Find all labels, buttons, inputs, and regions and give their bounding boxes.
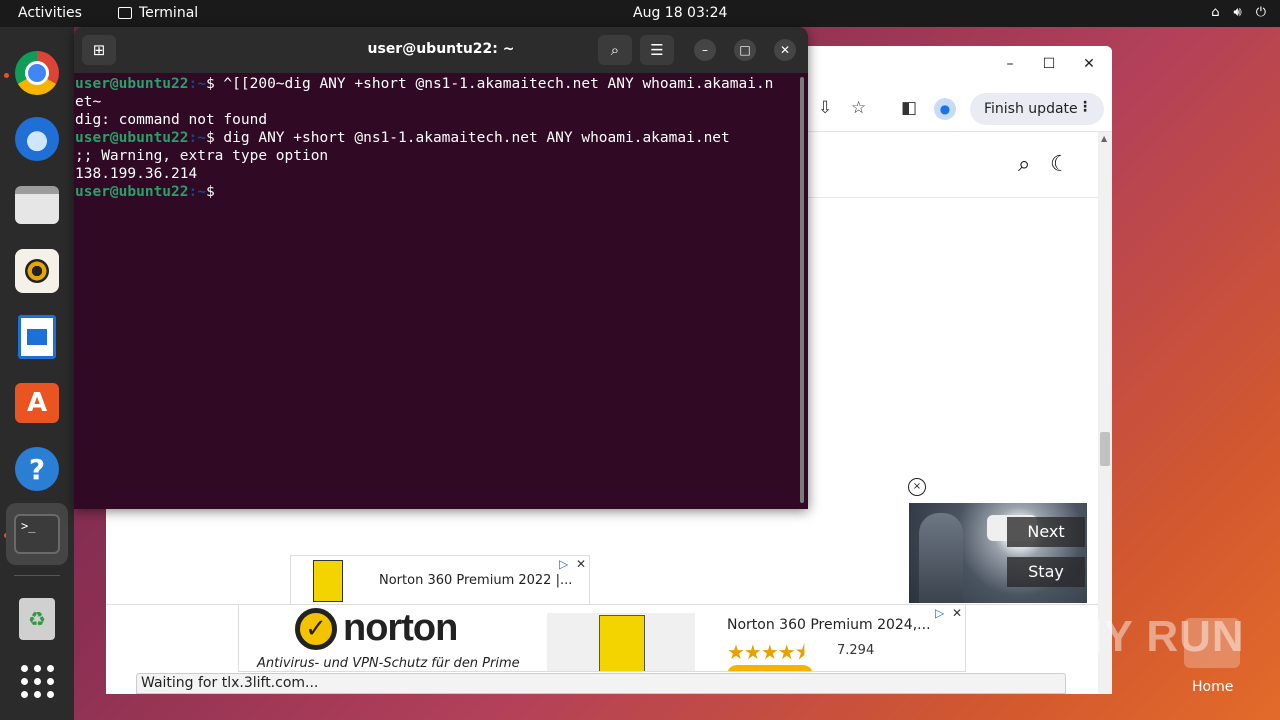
dark-mode-icon[interactable]: ☾ — [1050, 152, 1070, 177]
app-menu[interactable]: Terminal — [118, 5, 198, 21]
terminal-small-icon — [118, 7, 132, 19]
rhythmbox-icon — [15, 249, 59, 293]
prompt-command: $ — [205, 184, 215, 200]
dock-app-center[interactable]: A — [11, 377, 63, 429]
top-bar: Activities Terminal Aug 18 03:24 ⌂ 🔊︎ ⏻ — [0, 0, 1280, 27]
close-icon[interactable]: ✕ — [1079, 56, 1099, 72]
norton-product-box — [313, 560, 343, 602]
running-indicator — [4, 73, 9, 78]
power-icon: ⏻ — [1255, 5, 1266, 20]
libreoffice-writer-icon — [18, 315, 56, 359]
network-icon: ⌂ — [1211, 5, 1220, 20]
bookmark-star-icon[interactable]: ☆ — [851, 98, 866, 118]
minimize-icon[interactable]: – — [694, 39, 716, 61]
inline-ad[interactable]: Norton 360 Premium 2022 |... ▷ ✕ — [290, 555, 590, 605]
scrollbar-thumb[interactable] — [1100, 432, 1110, 466]
volume-icon: 🔊︎ — [1233, 5, 1242, 20]
terminal-output-line: dig: command not found — [75, 112, 268, 128]
terminal-output-line: et~ — [75, 94, 102, 110]
prompt-path: :~ — [188, 130, 206, 146]
terminal-window[interactable]: ⊞ user@ubuntu22: ~ ⌕ ☰ – □ ✕ user@ubuntu… — [74, 27, 808, 509]
dock-writer[interactable] — [11, 311, 63, 363]
terminal-prompt-line: user@ubuntu22:~$ dig ANY +short @ns1-1.a… — [75, 129, 795, 147]
video-stay-button[interactable]: Stay — [1007, 557, 1085, 587]
maximize-icon[interactable]: □ — [734, 39, 756, 61]
files-icon — [15, 186, 59, 224]
banner-ad[interactable]: ✓ norton Antivirus- und VPN-Schutz für d… — [238, 604, 966, 672]
ad-close-icon[interactable]: ✕ — [576, 557, 586, 571]
adchoices-icon[interactable]: ▷ — [935, 606, 944, 620]
video-person-shape — [919, 513, 963, 603]
dock-trash[interactable]: ♻ — [11, 593, 63, 645]
norton-package — [599, 615, 645, 671]
prompt-path: :~ — [188, 184, 206, 200]
dock-chrome[interactable] — [11, 47, 63, 99]
clock[interactable]: Aug 18 03:24 — [633, 5, 727, 21]
dock-separator — [14, 575, 60, 576]
system-tray[interactable]: ⌂ 🔊︎ ⏻ — [1211, 5, 1266, 20]
norton-tagline: Antivirus- und VPN-Schutz für den Prime — [257, 656, 520, 671]
scroll-up-icon[interactable]: ▲ — [1101, 134, 1107, 143]
ad-close-icon[interactable]: ✕ — [952, 606, 962, 620]
dock: A ? >_ ♻ — [0, 27, 74, 720]
app-center-icon: A — [15, 383, 59, 423]
buy-button[interactable] — [727, 665, 813, 671]
terminal-icon: >_ — [14, 514, 60, 554]
finish-update-button[interactable]: Finish update ⋮ — [970, 93, 1104, 125]
terminal-prompt-line: user@ubuntu22:~$ — [75, 183, 795, 201]
norton-check-icon: ✓ — [295, 607, 337, 650]
dock-terminal[interactable]: >_ — [6, 503, 68, 565]
more-menu-icon[interactable]: ⋮ — [1078, 99, 1092, 115]
norton-wordmark: norton — [343, 607, 458, 649]
terminal-output-line: ;; Warning, extra type option — [75, 148, 329, 164]
banner-ad-title[interactable]: Norton 360 Premium 2024,... — [727, 617, 931, 633]
help-icon: ? — [15, 447, 59, 491]
profile-avatar[interactable]: ● — [934, 98, 956, 120]
minimize-icon[interactable]: – — [1000, 56, 1020, 72]
rating-count: 7.294 — [837, 643, 875, 658]
prompt-user: user@ubuntu22 — [75, 76, 189, 92]
side-panel-icon[interactable]: ◧ — [901, 98, 917, 118]
terminal-output[interactable]: user@ubuntu22:~$ ^[[200~dig ANY +short @… — [75, 75, 795, 201]
video-next-button[interactable]: Next — [1007, 517, 1085, 547]
terminal-search-icon[interactable]: ⌕ — [598, 35, 632, 65]
terminal-headerbar[interactable]: ⊞ user@ubuntu22: ~ ⌕ ☰ – □ ✕ — [74, 27, 808, 73]
activities-button[interactable]: Activities — [18, 5, 82, 21]
install-app-icon[interactable]: ⇩ — [818, 98, 832, 118]
hamburger-menu-icon[interactable]: ☰ — [640, 35, 674, 65]
chrome-icon — [15, 51, 59, 95]
app-name: Terminal — [139, 5, 199, 21]
video-ad[interactable]: Next Stay — [909, 503, 1087, 603]
trash-icon: ♻ — [19, 598, 55, 640]
prompt-command: $ dig ANY +short @ns1-1.akamaitech.net A… — [205, 130, 730, 146]
dock-rhythmbox[interactable] — [11, 245, 63, 297]
show-apps-icon — [20, 664, 54, 698]
terminal-scrollbar[interactable] — [800, 77, 804, 503]
maximize-icon[interactable]: ☐ — [1039, 56, 1059, 72]
norton-logo: ✓ norton — [295, 607, 458, 650]
adchoices-icon[interactable]: ▷ — [559, 557, 568, 571]
product-image — [547, 613, 695, 671]
dock-files[interactable] — [11, 179, 63, 231]
search-icon[interactable]: ⌕ — [1018, 152, 1030, 177]
terminal-prompt-line: user@ubuntu22:~$ ^[[200~dig ANY +short @… — [75, 75, 795, 93]
thunderbird-icon — [15, 117, 59, 161]
close-icon[interactable]: ✕ — [774, 39, 796, 61]
dock-help[interactable]: ? — [11, 443, 63, 495]
prompt-path: :~ — [188, 76, 206, 92]
prompt-user: user@ubuntu22 — [75, 130, 189, 146]
video-close-icon[interactable]: × — [908, 478, 926, 496]
prompt-user: user@ubuntu22 — [75, 184, 189, 200]
dock-thunderbird[interactable] — [11, 113, 63, 165]
terminal-output-line: 138.199.36.214 — [75, 166, 198, 182]
dock-show-apps[interactable] — [11, 655, 63, 707]
home-icon[interactable] — [1184, 618, 1240, 668]
status-bar: Waiting for tlx.3lift.com... — [136, 673, 1066, 694]
inline-ad-title[interactable]: Norton 360 Premium 2022 |... — [379, 573, 572, 588]
page-scrollbar[interactable]: ▲ — [1098, 132, 1112, 694]
home-label: Home — [1192, 679, 1234, 695]
finish-update-label: Finish update — [984, 101, 1078, 117]
prompt-command: $ ^[[200~dig ANY +short @ns1-1.akamaitec… — [205, 76, 774, 92]
